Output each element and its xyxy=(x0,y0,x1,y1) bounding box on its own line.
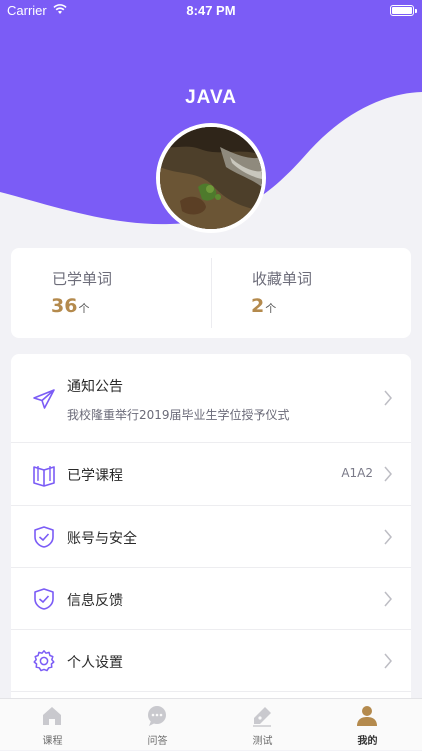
gear-icon xyxy=(33,650,55,672)
menu-item-settings[interactable]: 个人设置 xyxy=(11,630,411,692)
tab-bar: 课程 问答 测试 我的 xyxy=(0,698,422,750)
menu-item-account-security[interactable]: 账号与安全 xyxy=(11,506,411,568)
menu-item-courses[interactable]: 已学课程 A1A2 xyxy=(11,443,411,506)
status-bar: Carrier 8:47 PM xyxy=(0,0,422,22)
tab-label: 问答 xyxy=(147,736,168,747)
chat-icon xyxy=(148,706,166,726)
stat-unit: 个 xyxy=(265,302,277,315)
menu-item-title: 通知公告 xyxy=(67,379,123,395)
tab-courses[interactable]: 课程 xyxy=(0,699,105,751)
menu-item-value: A1A2 xyxy=(341,466,373,480)
avatar[interactable] xyxy=(156,123,266,233)
stats-card: 已学单词 36个 收藏单词 2个 xyxy=(11,248,411,338)
tab-test[interactable]: 测试 xyxy=(210,699,315,751)
shield-check-icon xyxy=(34,526,54,548)
chevron-right-icon xyxy=(384,466,392,482)
chevron-right-icon xyxy=(384,591,392,607)
chevron-right-icon xyxy=(384,653,392,669)
paper-plane-icon xyxy=(33,389,55,409)
username: JAVA xyxy=(185,87,237,108)
menu-item-title: 个人设置 xyxy=(67,655,123,671)
shield-check-icon xyxy=(34,588,54,610)
clock: 8:47 PM xyxy=(186,3,236,18)
menu-list: 通知公告 我校隆重举行2019届毕业生学位授予仪式 已学课程 A1A2 账号与安… xyxy=(11,354,411,700)
chevron-right-icon xyxy=(384,529,392,545)
person-icon xyxy=(357,706,377,726)
menu-item-title: 已学课程 xyxy=(67,468,123,484)
battery-icon xyxy=(390,5,417,16)
avatar-image xyxy=(160,127,262,229)
stat-label: 已学单词 xyxy=(52,270,113,288)
menu-item-subtitle: 我校隆重举行2019届毕业生学位授予仪式 xyxy=(67,408,290,422)
stat-label: 收藏单词 xyxy=(252,270,313,288)
pen-icon xyxy=(253,707,271,727)
tab-mine[interactable]: 我的 xyxy=(315,699,420,751)
tab-label: 我的 xyxy=(357,736,378,747)
stat-value: 2个 xyxy=(251,295,277,317)
stat-unit: 个 xyxy=(78,302,90,315)
menu-item-title: 账号与安全 xyxy=(67,531,137,547)
tab-label: 测试 xyxy=(252,736,273,747)
tab-qa[interactable]: 问答 xyxy=(105,699,210,751)
menu-item-feedback[interactable]: 信息反馈 xyxy=(11,568,411,630)
book-icon xyxy=(33,466,55,487)
menu-item-title: 信息反馈 xyxy=(67,593,123,609)
menu-item-notice[interactable]: 通知公告 我校隆重举行2019届毕业生学位授予仪式 xyxy=(11,354,411,443)
tab-label: 课程 xyxy=(42,736,63,747)
chevron-right-icon xyxy=(384,390,392,406)
stat-value: 36个 xyxy=(51,295,90,317)
home-icon xyxy=(43,707,61,725)
stat-learned-words[interactable]: 已学单词 36个 xyxy=(11,248,211,338)
stat-favorite-words[interactable]: 收藏单词 2个 xyxy=(211,248,411,338)
